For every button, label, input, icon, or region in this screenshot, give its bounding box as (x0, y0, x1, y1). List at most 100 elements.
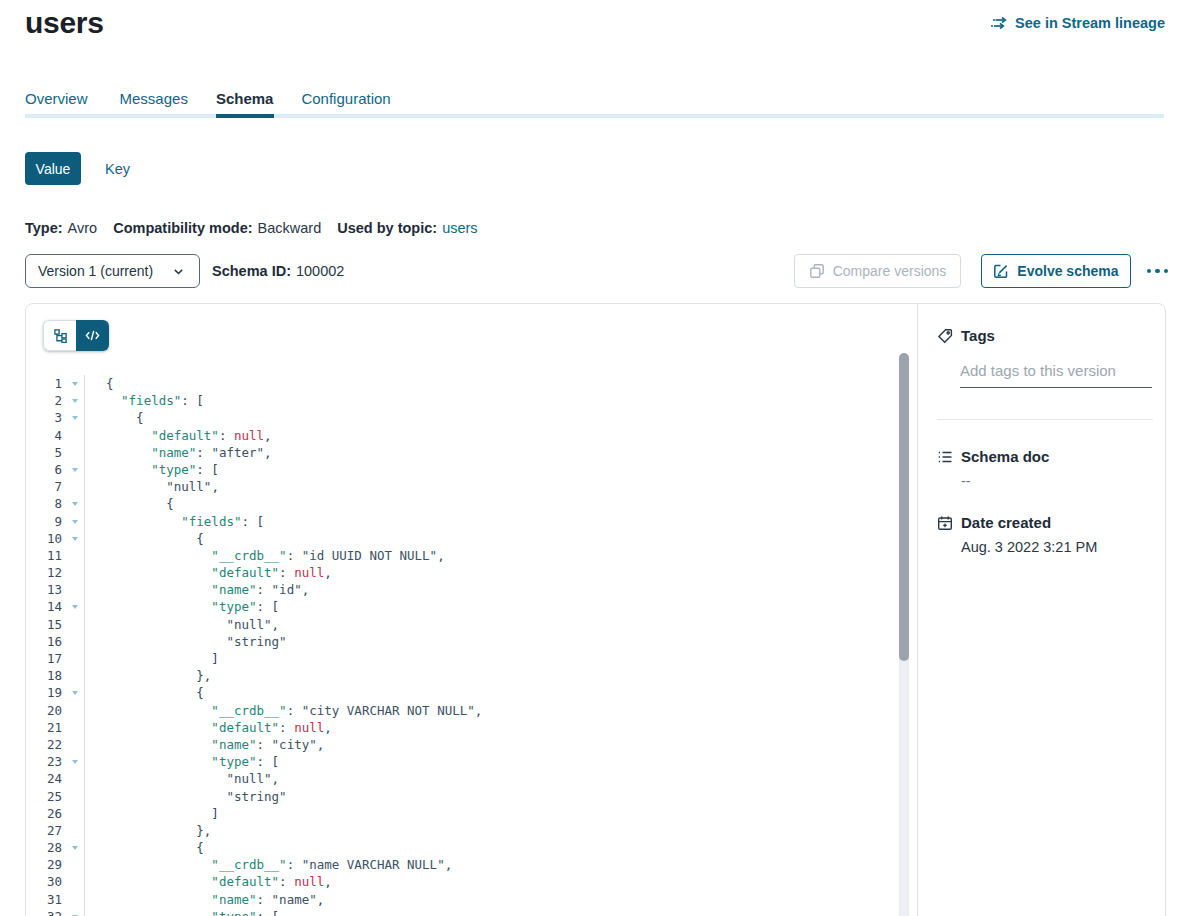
fold-spacer (62, 427, 84, 444)
code-line: 13 "name": "id", (26, 581, 917, 598)
date-created-section-header: Date created (937, 514, 1165, 531)
line-number: 3 (26, 409, 62, 426)
code-line: 10 { (26, 530, 917, 547)
code-view-button[interactable] (76, 320, 109, 351)
tab-schema[interactable]: Schema (216, 90, 274, 107)
fold-spacer (62, 805, 84, 822)
date-created-value: Aug. 3 2022 3:21 PM (961, 539, 1165, 555)
fold-spacer (62, 444, 84, 461)
fold-caret-icon[interactable] (62, 375, 84, 392)
tree-view-icon (53, 328, 68, 343)
line-number: 21 (26, 719, 62, 736)
fold-caret-icon[interactable] (62, 530, 84, 547)
more-options-button[interactable] (1145, 265, 1171, 278)
line-number: 1 (26, 375, 62, 392)
code-line: 6 "type": [ (26, 461, 917, 478)
line-number: 14 (26, 598, 62, 615)
code-line: 23 "type": [ (26, 753, 917, 770)
line-number: 31 (26, 891, 62, 908)
fold-caret-icon[interactable] (62, 684, 84, 701)
schema-sidebar: Tags Schema doc -- Date created Aug. 3 2… (918, 304, 1165, 916)
code-line: 1{ (26, 375, 917, 392)
stream-lineage-link[interactable]: See in Stream lineage (990, 15, 1165, 31)
list-icon (937, 449, 953, 465)
schema-doc-value: -- (961, 473, 1165, 489)
code-line: 28 { (26, 839, 917, 856)
compare-icon (809, 263, 825, 279)
line-number: 8 (26, 495, 62, 512)
code-line: 24 "null", (26, 770, 917, 787)
schema-actions: Compare versions Evolve schema (794, 254, 1170, 288)
code-view-icon (85, 328, 100, 343)
code-line: 15 "null", (26, 616, 917, 633)
fold-spacer (62, 770, 84, 787)
line-number: 22 (26, 736, 62, 753)
fold-spacer (62, 788, 84, 805)
line-number: 27 (26, 822, 62, 839)
calendar-plus-icon (937, 515, 953, 531)
line-number: 25 (26, 788, 62, 805)
meta-item: Type:Avro (25, 220, 97, 236)
compare-versions-button[interactable]: Compare versions (794, 254, 962, 288)
tab-underline-track (25, 114, 1164, 118)
line-number: 17 (26, 650, 62, 667)
code-line: 17 ] (26, 650, 917, 667)
code-line: 8 { (26, 495, 917, 512)
sidebar-divider (937, 419, 1153, 420)
fold-caret-icon[interactable] (62, 409, 84, 426)
fold-caret-icon[interactable] (62, 753, 84, 770)
fold-caret-icon[interactable] (62, 461, 84, 478)
schema-id: Schema ID:100002 (212, 263, 344, 279)
code-line: 12 "default": null, (26, 564, 917, 581)
version-select[interactable]: Version 1 (current) (25, 254, 200, 288)
fold-spacer (62, 736, 84, 753)
tab-configuration[interactable]: Configuration (301, 90, 390, 107)
line-number: 23 (26, 753, 62, 770)
line-number: 10 (26, 530, 62, 547)
page-title: users (25, 6, 104, 40)
tab-messages[interactable]: Messages (120, 90, 188, 107)
line-number: 13 (26, 581, 62, 598)
stream-lineage-icon (990, 15, 1008, 31)
scrollbar-thumb[interactable] (899, 353, 909, 661)
value-tab-button[interactable]: Value (25, 152, 81, 185)
code-line: 3 { (26, 409, 917, 426)
code-line: 14 "type": [ (26, 598, 917, 615)
tags-input-underline (960, 387, 1152, 388)
line-number: 19 (26, 684, 62, 701)
line-number: 4 (26, 427, 62, 444)
evolve-schema-button[interactable]: Evolve schema (981, 254, 1130, 288)
meta-item: Used by topic:users (337, 220, 477, 236)
fold-caret-icon[interactable] (62, 908, 84, 916)
code-line: 16 "string" (26, 633, 917, 650)
schema-doc-section-header: Schema doc (937, 448, 1165, 465)
add-tags-input[interactable] (960, 362, 1155, 379)
line-number: 5 (26, 444, 62, 461)
edit-icon (993, 263, 1009, 279)
fold-caret-icon[interactable] (62, 392, 84, 409)
key-tab-link[interactable]: Key (105, 161, 130, 177)
code-line: 30 "default": null, (26, 873, 917, 890)
fold-spacer (62, 547, 84, 564)
meta-item: Compatibility mode:Backward (113, 220, 321, 236)
tab-overview[interactable]: Overview (25, 90, 88, 107)
schema-page: users See in Stream lineage Overview Mess… (0, 0, 1189, 916)
line-number: 18 (26, 667, 62, 684)
line-number: 30 (26, 873, 62, 890)
fold-spacer (62, 667, 84, 684)
tree-view-button[interactable] (43, 320, 76, 351)
fold-caret-icon[interactable] (62, 513, 84, 530)
line-number: 32 (26, 908, 62, 916)
code-line: 27 }, (26, 822, 917, 839)
fold-caret-icon[interactable] (62, 598, 84, 615)
fold-spacer (62, 822, 84, 839)
tag-icon (937, 328, 953, 344)
code-line: 25 "string" (26, 788, 917, 805)
fold-caret-icon[interactable] (62, 839, 84, 856)
fold-caret-icon[interactable] (62, 495, 84, 512)
schema-json-editor[interactable]: 1{2 "fields": [3 {4 "default": null,5 "n… (26, 375, 917, 916)
tags-section-header: Tags (937, 327, 1165, 344)
fold-spacer (62, 616, 84, 633)
code-line: 5 "name": "after", (26, 444, 917, 461)
topic-link[interactable]: users (442, 220, 477, 236)
